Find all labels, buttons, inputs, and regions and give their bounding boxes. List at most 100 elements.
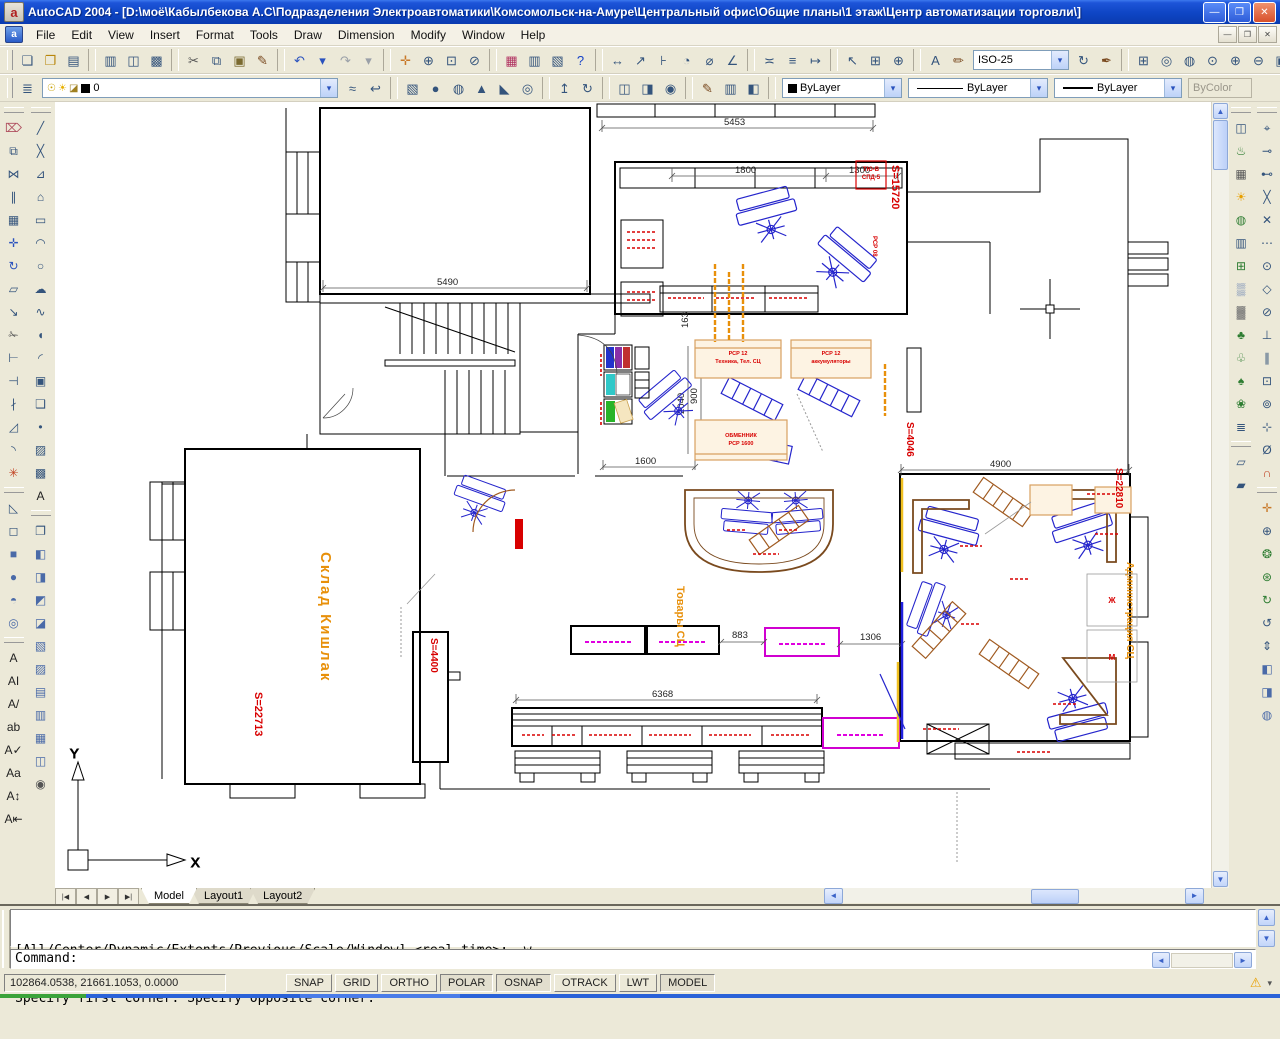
background-icon[interactable]: ▒ [1229, 277, 1253, 300]
publish-icon[interactable]: ▩ [145, 49, 168, 72]
extrude-icon[interactable]: ↥ [553, 77, 576, 100]
snap-intersection-icon[interactable]: ✕ [1255, 208, 1279, 231]
undo-icon[interactable]: ↶ [288, 49, 311, 72]
ellipse-icon[interactable]: ◖ [29, 323, 53, 346]
solid-cone-icon[interactable]: ▲ [470, 77, 493, 100]
menu-help[interactable]: Help [513, 25, 554, 45]
snap-nearest-icon[interactable]: ⊹ [1255, 415, 1279, 438]
layer-combo[interactable]: ☉ ☀ ◪ 0 ▾ [42, 78, 338, 98]
named-views-icon[interactable]: ❐ [29, 519, 53, 542]
snap-node-icon[interactable]: ⊚ [1255, 392, 1279, 415]
scroll-up-icon[interactable]: ▲ [1213, 103, 1228, 119]
cut-icon[interactable]: ✂ [182, 49, 205, 72]
plot-preview-icon[interactable]: ◫ [122, 49, 145, 72]
landscape-edit-icon[interactable]: ♧ [1229, 346, 1253, 369]
properties-icon[interactable]: ▧ [546, 49, 569, 72]
find-replace-icon[interactable]: ab [2, 715, 26, 738]
snap-endpoint-icon[interactable]: ⊷ [1255, 162, 1279, 185]
snap-extension-icon[interactable]: ⋯ [1255, 231, 1279, 254]
redo-list-icon[interactable]: ▾ [357, 49, 380, 72]
ellipse-arc-icon[interactable]: ◜ [29, 346, 53, 369]
view-se-iso-icon[interactable]: ▥ [29, 703, 53, 726]
dropdown-arrow-icon[interactable]: ▾ [1051, 51, 1068, 69]
menu-file[interactable]: File [28, 25, 63, 45]
toolbar-grip[interactable] [1231, 107, 1251, 113]
dim-text-edit-icon[interactable]: ✏ [947, 49, 970, 72]
help-icon[interactable]: ? [569, 49, 592, 72]
command-input[interactable]: Command: [10, 949, 1256, 969]
dim-ordinate-icon[interactable]: ⊦ [652, 49, 675, 72]
edit-text-icon[interactable]: A/ [2, 692, 26, 715]
menu-edit[interactable]: Edit [63, 25, 100, 45]
surface-dome-icon[interactable]: ◓ [2, 588, 26, 611]
surface-torus-icon[interactable]: ◎ [2, 611, 26, 634]
fog-icon[interactable]: ▓ [1229, 300, 1253, 323]
2d-solid-icon[interactable]: ◺ [2, 496, 26, 519]
snap-center-icon[interactable]: ⊙ [1255, 254, 1279, 277]
ortho-toggle[interactable]: ORTHO [381, 974, 437, 992]
3d-orbit-icon[interactable]: ❂ [1255, 542, 1279, 565]
render-statistics-icon[interactable]: ≣ [1229, 415, 1253, 438]
circle-icon[interactable]: ○ [29, 254, 53, 277]
zoom-previous-icon[interactable]: ⊘ [463, 49, 486, 72]
doc-restore-button[interactable]: ❐ [1238, 26, 1257, 43]
offset-icon[interactable]: ∥ [2, 185, 26, 208]
insert-block-icon[interactable]: ▣ [29, 369, 53, 392]
toolbar-grip[interactable] [1257, 107, 1277, 113]
lineweight-combo[interactable]: ByLayer ▾ [1054, 78, 1182, 98]
3d-continuous-orbit-icon[interactable]: ↻ [1255, 588, 1279, 611]
paste-icon[interactable]: ▣ [228, 49, 251, 72]
dim-baseline-icon[interactable]: ≡ [781, 49, 804, 72]
layer-on-off-icon[interactable]: ☉ [47, 83, 56, 94]
3d-visual-aids-icon[interactable]: ◍ [1255, 703, 1279, 726]
view-front-icon[interactable]: ▧ [29, 634, 53, 657]
3d-pan-icon[interactable]: ✛ [1255, 496, 1279, 519]
menu-modify[interactable]: Modify [403, 25, 454, 45]
layer-previous-icon[interactable]: ↩ [364, 77, 387, 100]
snap-parallel-icon[interactable]: ∥ [1255, 346, 1279, 369]
tab-layout1[interactable]: Layout1 [191, 888, 256, 904]
toolbar-grip[interactable] [31, 107, 51, 113]
solid-torus-icon[interactable]: ◎ [516, 77, 539, 100]
snap-from-icon[interactable]: ⊸ [1255, 139, 1279, 162]
command-scroll-left-icon[interactable]: ◄ [1152, 952, 1170, 968]
osnap-settings-icon[interactable]: ∩ [1255, 461, 1279, 484]
horizontal-scroll-track[interactable] [843, 889, 1185, 903]
dropdown-arrow-icon[interactable]: ▾ [884, 79, 901, 97]
3d-swivel-icon[interactable]: ↺ [1255, 611, 1279, 634]
toolbar-grip[interactable] [4, 637, 24, 643]
materials-library-icon[interactable]: ▥ [1229, 231, 1253, 254]
scroll-left-icon[interactable]: ◄ [824, 888, 843, 904]
tab-prev-icon[interactable]: ◀ [76, 888, 97, 905]
array-icon[interactable]: ▦ [2, 208, 26, 231]
snap-midpoint-icon[interactable]: ╳ [1255, 185, 1279, 208]
drawing-canvas[interactable]: 5453 5490 1800 1300 1600 900 2040 163 88… [55, 102, 1211, 888]
plot-icon[interactable]: ▥ [99, 49, 122, 72]
toolbar-grip[interactable] [1257, 487, 1277, 493]
setup-view-icon[interactable]: ▥ [719, 77, 742, 100]
camera-icon[interactable]: ◉ [29, 772, 53, 795]
solid-sphere-icon[interactable]: ● [424, 77, 447, 100]
polygon-icon[interactable]: ⌂ [29, 185, 53, 208]
windows-taskbar[interactable] [0, 994, 1280, 998]
construction-line-icon[interactable]: ╳ [29, 139, 53, 162]
model-toggle[interactable]: MODEL [660, 974, 715, 992]
menu-window[interactable]: Window [454, 25, 513, 45]
solid-wedge-icon[interactable]: ◣ [493, 77, 516, 100]
spell-check-icon[interactable]: A✓ [2, 738, 26, 761]
region-icon[interactable]: ▩ [29, 461, 53, 484]
scale-text-icon[interactable]: A↕ [2, 784, 26, 807]
setup-profile-icon[interactable]: ◧ [742, 77, 765, 100]
dim-diameter-icon[interactable]: ⌀ [698, 49, 721, 72]
tab-last-icon[interactable]: ▶| [118, 888, 139, 905]
start-button-fragment[interactable] [0, 994, 86, 998]
snap-toggle[interactable]: SNAP [286, 974, 332, 992]
zoom-all-icon[interactable]: ▣ [1270, 49, 1280, 72]
snap-tangent-icon[interactable]: ⊘ [1255, 300, 1279, 323]
center-mark-icon[interactable]: ⊕ [887, 49, 910, 72]
zoom-realtime-icon[interactable]: ⊕ [417, 49, 440, 72]
command-hscroll-track[interactable] [1171, 953, 1233, 968]
surface-sphere-icon[interactable]: ● [2, 565, 26, 588]
dim-style-combo[interactable]: ISO-25 ▾ [973, 50, 1069, 70]
view-left-icon[interactable]: ◩ [29, 588, 53, 611]
